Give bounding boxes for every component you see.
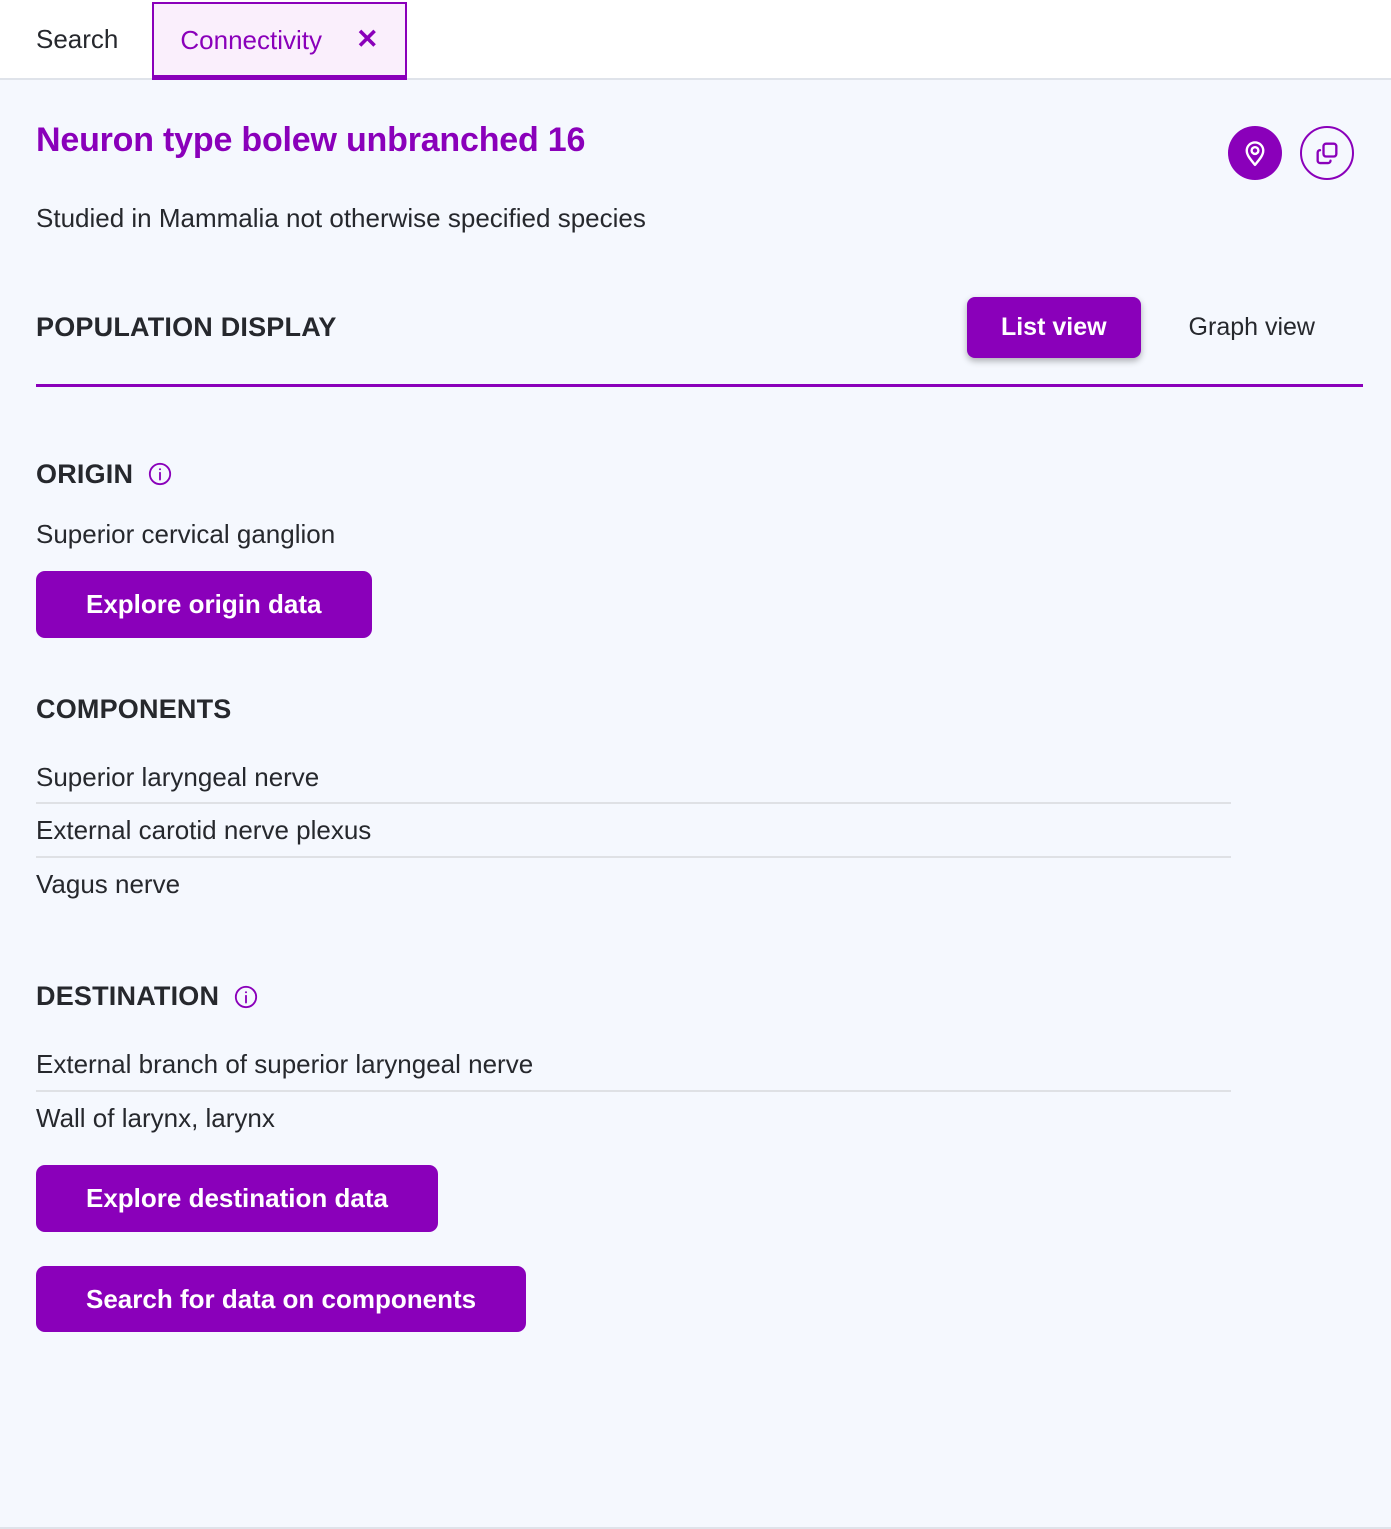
destination-heading: DESTINATION bbox=[36, 981, 1355, 1012]
list-item[interactable]: Vagus nerve bbox=[36, 858, 1231, 910]
origin-heading: ORIGIN bbox=[36, 459, 1355, 490]
view-toggle-group: List view Graph view bbox=[966, 296, 1349, 358]
destination-heading-label: DESTINATION bbox=[36, 981, 220, 1012]
search-for-data-on-components-button[interactable]: Search for data on components bbox=[36, 1265, 527, 1333]
map-pin-button[interactable] bbox=[1228, 126, 1282, 180]
graph-view-button[interactable]: Graph view bbox=[1155, 297, 1349, 358]
explore-origin-data-button[interactable]: Explore origin data bbox=[36, 571, 372, 638]
header-icon-group bbox=[1228, 122, 1355, 180]
origin-value: Superior cervical ganglion bbox=[36, 518, 336, 549]
population-display-label: POPULATION DISPLAY bbox=[36, 311, 337, 342]
page-title: Neuron type bolew unbranched 16 bbox=[36, 121, 586, 159]
page-subtitle: Studied in Mammalia not otherwise specif… bbox=[36, 203, 646, 233]
origin-section: ORIGIN Superior cervical ganglion Explor… bbox=[36, 459, 1355, 638]
tab-connectivity[interactable]: Connectivity ✕ bbox=[152, 2, 407, 80]
components-list: Superior laryngeal nerve External caroti… bbox=[36, 751, 1231, 910]
copy-layers-icon bbox=[1316, 142, 1338, 165]
list-item[interactable]: Wall of larynx, larynx bbox=[36, 1092, 1231, 1144]
title-row: Neuron type bolew unbranched 16 bbox=[36, 80, 1355, 180]
copy-layers-button[interactable] bbox=[1300, 126, 1354, 180]
connectivity-panel: Search Connectivity ✕ Neuron type bolew … bbox=[0, 0, 1391, 1529]
destination-section: DESTINATION External branch of superior … bbox=[36, 981, 1355, 1232]
panel-content: Neuron type bolew unbranched 16 Studied bbox=[0, 80, 1391, 1333]
components-heading: COMPONENTS bbox=[36, 694, 1355, 725]
section-divider-rule bbox=[36, 383, 1363, 387]
destination-info-icon[interactable] bbox=[233, 984, 259, 1010]
components-heading-label: COMPONENTS bbox=[36, 693, 232, 724]
origin-heading-label: ORIGIN bbox=[36, 458, 134, 489]
list-view-button[interactable]: List view bbox=[966, 296, 1141, 358]
close-icon[interactable]: ✕ bbox=[356, 26, 379, 53]
explore-destination-data-button[interactable]: Explore destination data bbox=[36, 1165, 438, 1232]
list-item[interactable]: External carotid nerve plexus bbox=[36, 804, 1231, 858]
tab-search-label: Search bbox=[36, 24, 119, 54]
list-item[interactable]: Superior laryngeal nerve bbox=[36, 751, 1231, 805]
origin-info-icon[interactable] bbox=[147, 461, 173, 487]
map-pin-icon bbox=[1245, 141, 1265, 167]
components-section: COMPONENTS Superior laryngeal nerve Exte… bbox=[36, 694, 1355, 910]
tab-search[interactable]: Search bbox=[0, 0, 152, 78]
tab-connectivity-label: Connectivity bbox=[180, 24, 323, 55]
tab-bar: Search Connectivity ✕ bbox=[0, 0, 1391, 80]
destination-list: External branch of superior laryngeal ne… bbox=[36, 1038, 1231, 1143]
population-display-bar: POPULATION DISPLAY List view Graph view bbox=[36, 296, 1355, 358]
list-item[interactable]: External branch of superior laryngeal ne… bbox=[36, 1038, 1231, 1092]
